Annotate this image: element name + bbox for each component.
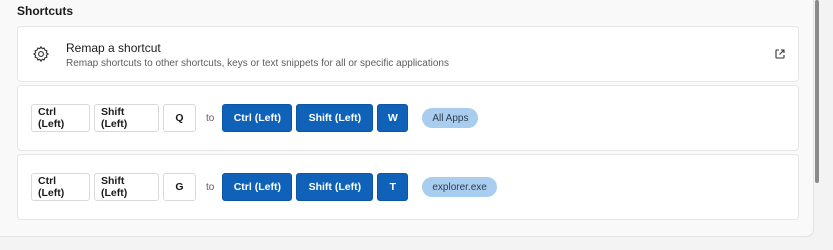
source-key: Shift (Left): [94, 104, 159, 132]
gear-icon: [32, 45, 50, 63]
source-key: Ctrl (Left): [31, 104, 90, 132]
scrollbar[interactable]: [815, 0, 819, 183]
app-scope-badge: explorer.exe: [422, 177, 497, 197]
to-label: to: [206, 112, 215, 124]
target-key: Shift (Left): [296, 104, 374, 132]
source-key: Q: [163, 104, 196, 132]
shortcuts-panel: Shortcuts Remap a shortcut Remap shortcu…: [0, 0, 814, 237]
source-key: G: [163, 173, 196, 201]
target-key: T: [377, 173, 409, 201]
target-key: Ctrl (Left): [222, 104, 293, 132]
target-key: W: [377, 104, 409, 132]
shortcut-mapping-row[interactable]: Ctrl (Left) Shift (Left) Q to Ctrl (Left…: [17, 85, 799, 151]
external-link-icon[interactable]: [774, 48, 786, 60]
source-key: Ctrl (Left): [31, 173, 90, 201]
shortcut-mapping-row[interactable]: Ctrl (Left) Shift (Left) G to Ctrl (Left…: [17, 154, 799, 220]
source-key: Shift (Left): [94, 173, 159, 201]
target-key: Ctrl (Left): [222, 173, 293, 201]
app-scope-badge: All Apps: [422, 108, 479, 128]
remap-shortcut-card[interactable]: Remap a shortcut Remap shortcuts to othe…: [17, 26, 799, 82]
to-label: to: [206, 181, 215, 193]
target-key: Shift (Left): [296, 173, 374, 201]
remap-description: Remap shortcuts to other shortcuts, keys…: [66, 58, 449, 69]
section-title: Shortcuts: [17, 4, 74, 18]
remap-title: Remap a shortcut: [66, 41, 161, 55]
